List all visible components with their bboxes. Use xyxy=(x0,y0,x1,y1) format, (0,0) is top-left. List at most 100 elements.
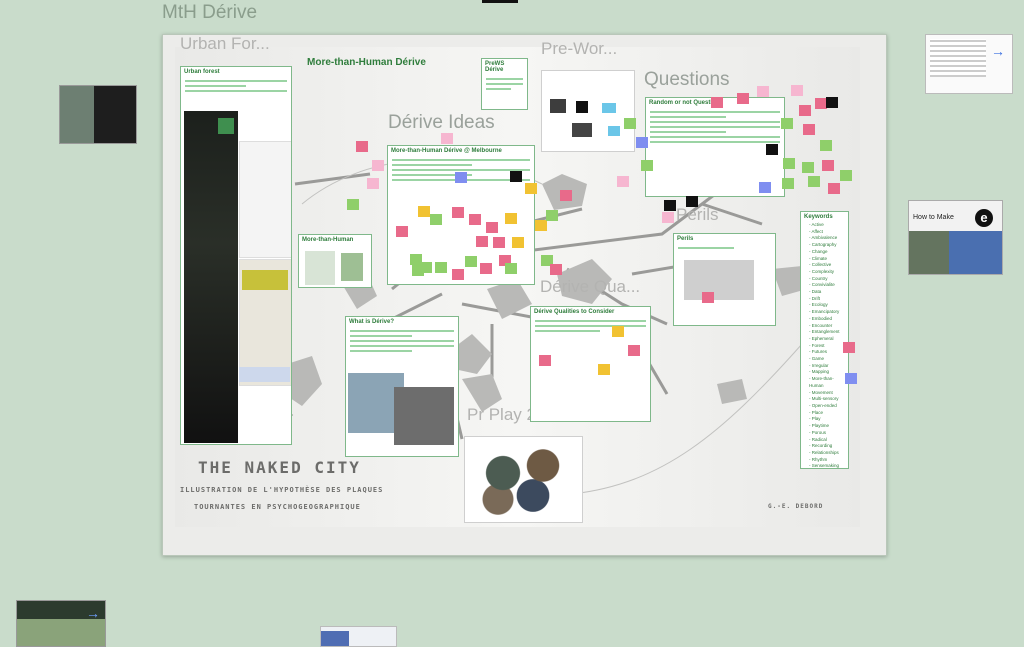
sticky-note[interactable] xyxy=(452,269,464,280)
board-title[interactable]: MtH Dérive xyxy=(162,2,257,24)
sticky-note[interactable] xyxy=(347,199,359,210)
sticky-note[interactable] xyxy=(410,254,422,265)
sticky-note[interactable] xyxy=(430,214,442,225)
sticky-note[interactable] xyxy=(686,196,698,207)
sticky-note[interactable] xyxy=(799,105,811,116)
sticky-note[interactable] xyxy=(737,93,749,104)
sticky-note[interactable] xyxy=(822,160,834,171)
sticky-note[interactable] xyxy=(759,182,771,193)
sticky-note[interactable] xyxy=(826,97,838,108)
sticky-note[interactable] xyxy=(845,373,857,384)
sticky-note[interactable] xyxy=(702,292,714,303)
pre-work-card[interactable] xyxy=(541,70,635,152)
sticky-note[interactable] xyxy=(476,236,488,247)
sticky-note[interactable] xyxy=(525,183,537,194)
frame-title-urban-forest[interactable]: Urban For... xyxy=(180,34,270,54)
sticky-note[interactable] xyxy=(486,222,498,233)
sticky-note[interactable] xyxy=(791,85,803,96)
sticky-note[interactable] xyxy=(782,178,794,189)
keyword-item: - Game xyxy=(809,356,825,362)
more-than-human-card[interactable]: More-than-Human xyxy=(298,234,372,288)
keywords-card[interactable]: Keywords - Active - Affect - Ambivalence - … xyxy=(800,211,849,469)
sticky-note[interactable] xyxy=(512,237,524,248)
sticky-note[interactable] xyxy=(711,97,723,108)
sticky-note[interactable] xyxy=(820,140,832,151)
sticky-note[interactable] xyxy=(412,265,424,276)
sticky-note[interactable] xyxy=(560,190,572,201)
frame-title-derive-qualities[interactable]: Dérive Qua... xyxy=(540,277,640,297)
sticky-note[interactable] xyxy=(452,207,464,218)
e-logo: e xyxy=(975,209,993,227)
sticky-note[interactable] xyxy=(802,162,814,173)
sticky-note[interactable] xyxy=(367,178,379,189)
how-to-make-label: How to Make xyxy=(913,214,954,221)
keywords-list: - Active - Affect - Ambivalence - Cartograp… xyxy=(801,222,848,469)
sticky-note[interactable] xyxy=(535,220,547,231)
sticky-note[interactable] xyxy=(636,137,648,148)
sticky-note[interactable] xyxy=(356,141,368,152)
sticky-note[interactable] xyxy=(469,214,481,225)
frame-title-derive-ideas[interactable]: Dérive Ideas xyxy=(388,112,495,134)
sticky-note[interactable] xyxy=(662,212,674,223)
keyword-item: - Irregular xyxy=(809,362,829,368)
sticky-note[interactable] xyxy=(624,118,636,129)
sticky-note[interactable] xyxy=(757,86,769,97)
board-heading[interactable]: More-than-Human Dérive xyxy=(307,57,426,68)
naked-city-line2: TOURNANTES EN PSYCHOGEOGRAPHIQUE xyxy=(194,503,361,511)
naked-city-line1: ILLUSTRATION DE L'HYPOTHÈSE DES PLAQUES xyxy=(180,486,384,494)
sticky-note[interactable] xyxy=(441,133,453,144)
sticky-note[interactable] xyxy=(843,342,855,353)
sticky-note[interactable] xyxy=(480,263,492,274)
perils-card[interactable]: Perils xyxy=(673,233,776,326)
sticky-note[interactable] xyxy=(598,364,610,375)
how-to-make-thumbnail[interactable]: How to Make e xyxy=(908,200,1003,275)
sticky-note[interactable] xyxy=(664,200,676,211)
open-arrow-icon[interactable]: → xyxy=(83,603,103,623)
sticky-note[interactable] xyxy=(435,262,447,273)
keyword-item: - Place xyxy=(809,409,824,415)
keyword-item: - Open-ended xyxy=(809,402,837,408)
keyword-item: - Ephemeral xyxy=(809,335,834,341)
sticky-note[interactable] xyxy=(612,326,624,337)
frame-title-perils[interactable]: Perils xyxy=(676,205,719,225)
bottom-left-thumbnail[interactable]: → xyxy=(16,600,106,647)
sticky-note[interactable] xyxy=(396,226,408,237)
frame-title-questions[interactable]: Questions xyxy=(644,69,730,91)
keyword-item: - Sensemaking xyxy=(809,463,840,469)
card-title: More-than-Human xyxy=(302,237,354,243)
sticky-note[interactable] xyxy=(539,355,551,366)
sticky-note[interactable] xyxy=(455,172,467,183)
sticky-note[interactable] xyxy=(510,171,522,182)
keyword-item: - More-than-Human xyxy=(809,376,834,388)
sticky-note[interactable] xyxy=(465,256,477,267)
sticky-note[interactable] xyxy=(617,176,629,187)
sticky-note[interactable] xyxy=(808,176,820,187)
map-thumbnail-top-right[interactable]: → xyxy=(925,34,1013,94)
sticky-note[interactable] xyxy=(418,206,430,217)
sticky-note[interactable] xyxy=(546,210,558,221)
prews-card[interactable]: PreWS Dérive xyxy=(481,58,528,110)
sticky-note[interactable] xyxy=(781,118,793,129)
sticky-note[interactable] xyxy=(783,158,795,169)
sticky-note[interactable] xyxy=(766,144,778,155)
bottom-center-thumbnail[interactable] xyxy=(320,626,397,647)
sticky-note[interactable] xyxy=(505,213,517,224)
sticky-note[interactable] xyxy=(493,237,505,248)
what-is-derive-card[interactable]: What is Dérive? xyxy=(345,316,459,457)
keyword-item: - Play xyxy=(809,416,821,422)
frame-title-pre-work[interactable]: Pre-Wor... xyxy=(541,39,617,59)
sticky-note[interactable] xyxy=(372,160,384,171)
left-image-thumbnail[interactable] xyxy=(59,85,137,144)
urban-forest-card[interactable]: Urban forest xyxy=(180,66,292,445)
sticky-note[interactable] xyxy=(505,263,517,274)
keyword-item: - Complexity xyxy=(809,268,835,274)
sticky-note[interactable] xyxy=(803,124,815,135)
open-arrow-icon[interactable]: → xyxy=(988,41,1008,61)
sticky-note[interactable] xyxy=(828,183,840,194)
sticky-note[interactable] xyxy=(641,160,653,171)
sticky-note[interactable] xyxy=(840,170,852,181)
preplay-photo-collage[interactable] xyxy=(464,436,583,523)
sticky-note[interactable] xyxy=(628,345,640,356)
sticky-note[interactable] xyxy=(550,264,562,275)
card-title: What is Dérive? xyxy=(349,319,395,325)
